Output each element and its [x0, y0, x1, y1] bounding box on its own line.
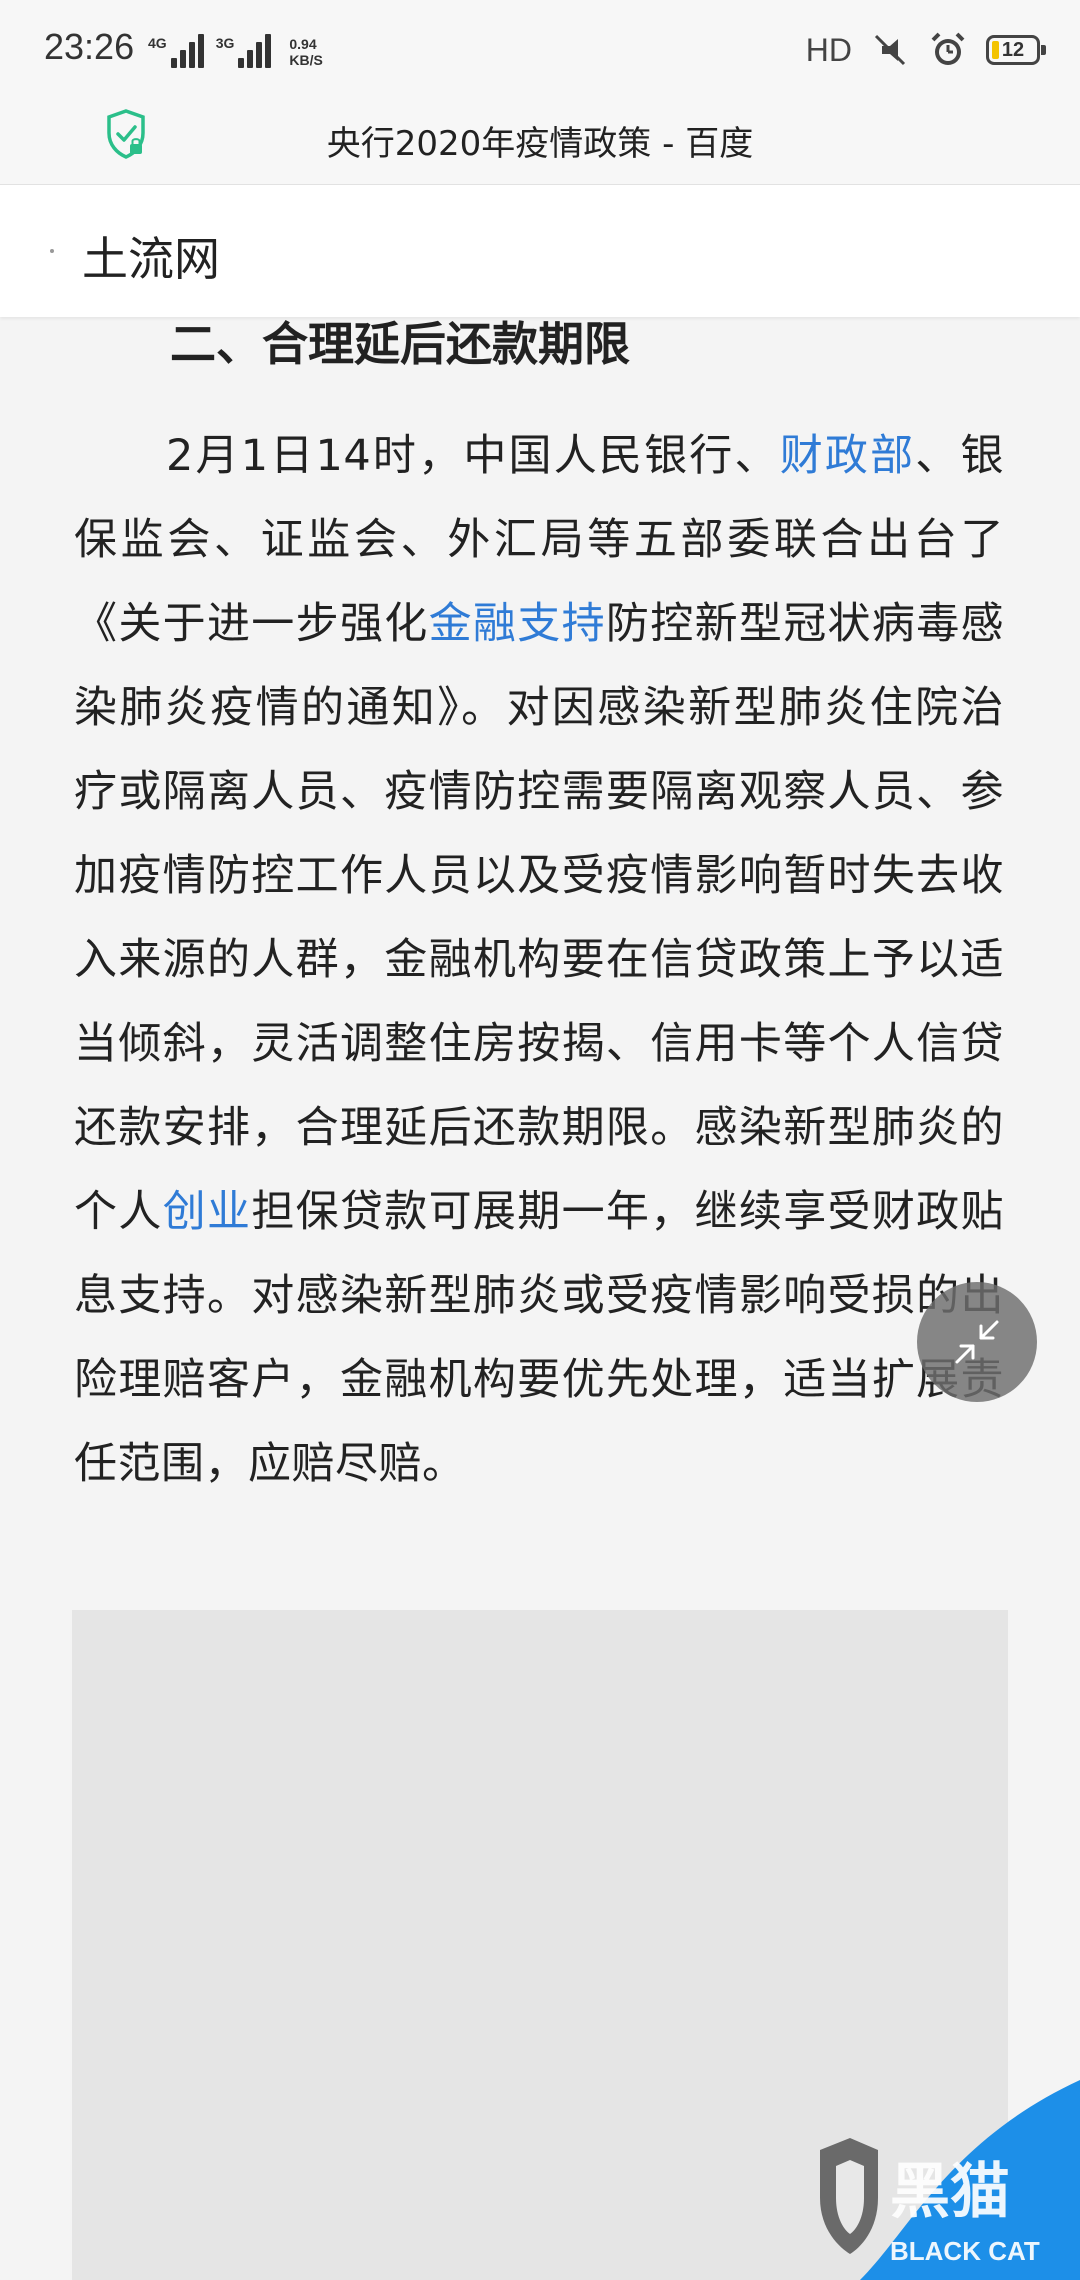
battery-icon: 12 [986, 35, 1046, 65]
network-speed: 0.94 KB/S [289, 36, 322, 68]
signal-bars-icon [170, 34, 204, 68]
status-time: 23:26 [44, 26, 135, 67]
signal-bars-icon [238, 34, 272, 68]
battery-percent: 12 [1001, 38, 1025, 61]
browser-title-bar: 央行2020年疫情政策 - 百度 [0, 98, 1080, 185]
collapse-float-button[interactable] [917, 1282, 1037, 1402]
black-cat-watermark: 黑猫 BLACK CAT [820, 2080, 1080, 2280]
link-financial-support[interactable]: 金融支持 [429, 599, 606, 649]
site-header: 土流网 [0, 185, 1080, 317]
hd-label: HD [805, 31, 852, 68]
screen: 23:26 4G 3G 0.94 KB/S HD 12 央行2020年疫情政策 … [0, 0, 1080, 2280]
network-type-4g: 4G [148, 35, 167, 51]
network-type-3g: 3G [215, 35, 235, 51]
link-ministry-of-finance[interactable]: 财政部 [780, 431, 916, 481]
page-title: 央行2020年疫情政策 - 百度 [326, 124, 754, 164]
signal-4g: 4G [148, 34, 204, 68]
signal-3g: 3G [216, 34, 272, 68]
status-icons: HD 12 [805, 30, 1046, 70]
speed-value: 0.94 [289, 36, 317, 52]
collapse-arrows-icon [955, 1320, 999, 1364]
battery-level [992, 41, 999, 59]
status-bar: 23:26 4G 3G 0.94 KB/S HD 12 [0, 0, 1080, 98]
mute-vibrate-icon [874, 34, 906, 66]
alarm-icon [931, 32, 965, 65]
text-segment: 2月1日14时，中国人民银行、 [166, 431, 780, 481]
watermark-en: BLACK CAT [890, 2236, 1040, 2266]
site-name[interactable]: 土流网 [82, 223, 220, 289]
text-segment: 防控新型冠状病毒感染肺炎疫情的通知》。对因感染新型肺炎住院治疗或隔离人员、疫情防… [74, 599, 1005, 1237]
link-entrepreneurship[interactable]: 创业 [163, 1187, 252, 1237]
section-heading: 二、合理延后还款期限 [170, 317, 630, 371]
watermark-cn: 黑猫 [890, 2157, 1010, 2227]
speed-unit: KB/S [289, 52, 323, 68]
article-paragraph: 2月1日14时，中国人民银行、财政部、银保监会、证监会、外汇局等五部委联合出台了… [74, 414, 1004, 1506]
menu-dot-icon [50, 249, 54, 253]
network-indicators: 4G 3G 0.94 KB/S [148, 34, 323, 68]
article-body: 二、合理延后还款期限 2月1日14时，中国人民银行、财政部、银保监会、证监会、外… [74, 306, 1004, 1506]
